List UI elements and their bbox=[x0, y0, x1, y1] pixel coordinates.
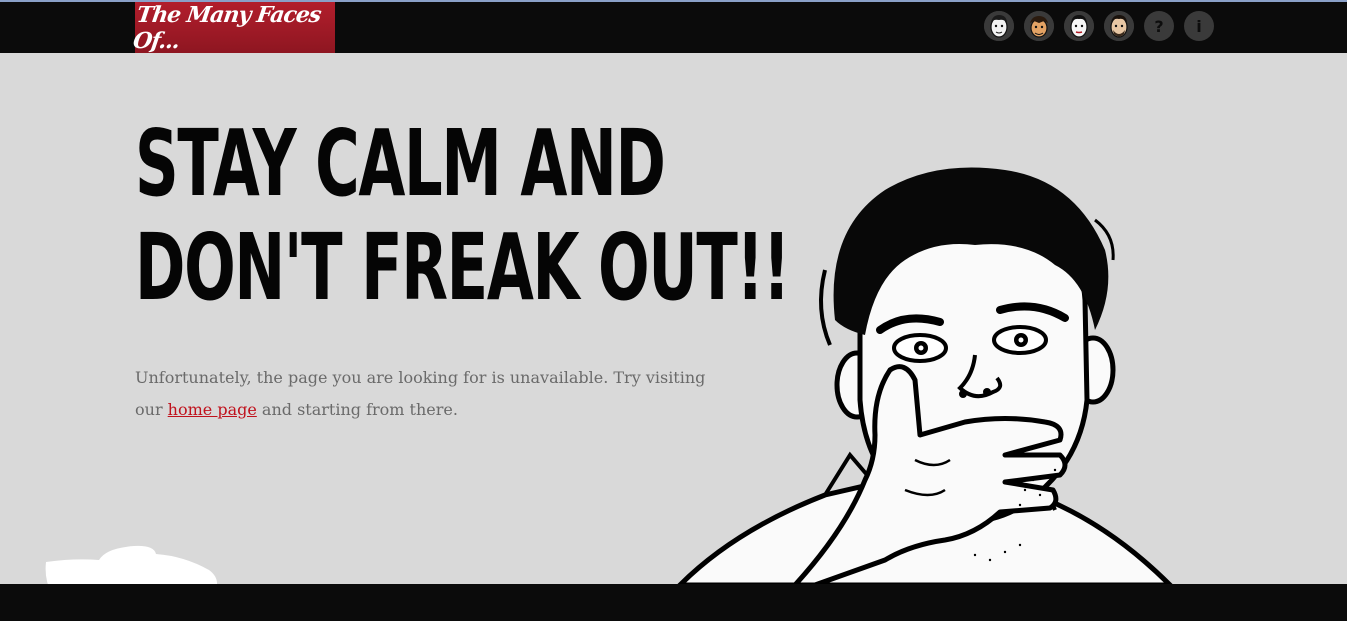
site-header: The Many Faces Of... ? i bbox=[0, 2, 1347, 54]
help-button[interactable]: ? bbox=[1144, 11, 1174, 41]
face-3-button[interactable] bbox=[1064, 11, 1094, 41]
face-1-icon bbox=[984, 11, 1014, 41]
logo-text: The Many Faces Of... bbox=[131, 1, 323, 54]
header-nav: ? i bbox=[984, 11, 1214, 41]
error-message: Unfortunately, the page you are looking … bbox=[135, 362, 715, 426]
face-4-button[interactable] bbox=[1104, 11, 1134, 41]
face-1-button[interactable] bbox=[984, 11, 1014, 41]
face-4-icon bbox=[1104, 11, 1134, 41]
headline-line-1: STAY CALM AND bbox=[135, 110, 666, 217]
home-page-link[interactable]: home page bbox=[168, 400, 257, 419]
face-3-icon bbox=[1064, 11, 1094, 41]
info-icon: i bbox=[1196, 16, 1202, 36]
face-2-icon bbox=[1024, 11, 1054, 41]
help-icon: ? bbox=[1154, 16, 1164, 36]
info-button[interactable]: i bbox=[1184, 11, 1214, 41]
message-text-after: and starting from there. bbox=[256, 400, 458, 419]
site-footer bbox=[0, 584, 1347, 621]
site-logo[interactable]: The Many Faces Of... bbox=[131, 2, 335, 54]
face-2-button[interactable] bbox=[1024, 11, 1054, 41]
shocked-man-illustration bbox=[676, 167, 1174, 585]
